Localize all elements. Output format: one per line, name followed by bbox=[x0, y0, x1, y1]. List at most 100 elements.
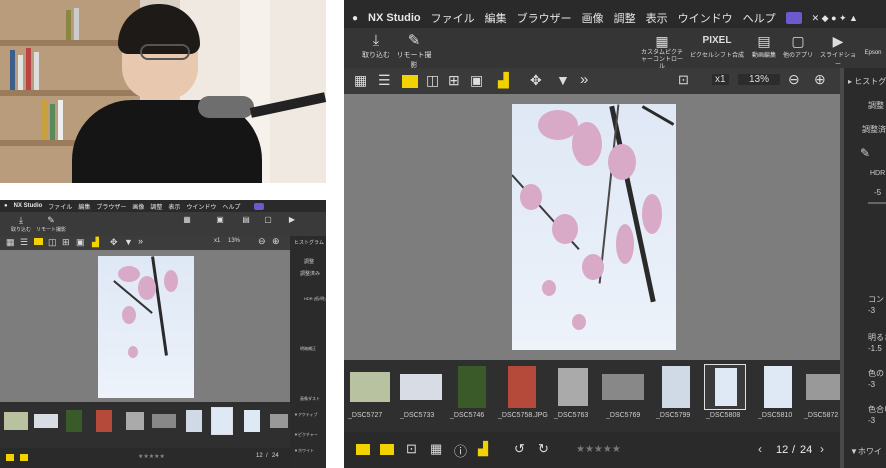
adjust-tab[interactable]: 調整 bbox=[868, 100, 884, 111]
display-chart-icon[interactable]: ▟ bbox=[498, 72, 509, 89]
small-adjust-tab[interactable]: 調整 bbox=[304, 258, 314, 265]
histogram-icon[interactable]: ▟ bbox=[478, 441, 488, 457]
small-more-button[interactable]: » bbox=[138, 236, 143, 246]
list-view-icon[interactable]: ☰ bbox=[378, 72, 391, 89]
small-rating[interactable]: ★★★★★ bbox=[138, 453, 165, 460]
grid-view-icon[interactable]: ▦ bbox=[354, 72, 367, 89]
small-compare-icon[interactable]: ◫ bbox=[48, 237, 57, 248]
film-thumb-3[interactable] bbox=[508, 366, 536, 408]
white-balance-label[interactable]: ▼ホワイ bbox=[850, 446, 882, 457]
menu-view[interactable]: 表示 bbox=[168, 202, 180, 211]
small-custom-picture-button[interactable]: ▦ bbox=[172, 215, 202, 235]
small-multi-icon[interactable]: ⊞ bbox=[62, 237, 70, 248]
film-thumb-9[interactable] bbox=[806, 374, 840, 400]
small-thumb[interactable] bbox=[186, 410, 202, 432]
rotate-right-icon[interactable]: ↻ bbox=[538, 441, 549, 457]
apple-icon[interactable]: ● bbox=[4, 203, 8, 209]
small-chart-icon[interactable]: ▟ bbox=[92, 237, 99, 248]
small-photo[interactable] bbox=[98, 256, 194, 398]
small-hdr-label[interactable]: HDR (低/明) bbox=[304, 296, 326, 302]
small-other-app-button[interactable]: ▢ bbox=[258, 215, 278, 235]
film-thumb-0[interactable] bbox=[350, 372, 390, 402]
small-thumb[interactable] bbox=[152, 414, 176, 428]
info-icon[interactable]: ⓘ bbox=[454, 441, 467, 460]
small-histogram-title[interactable]: ヒストグラム bbox=[294, 239, 324, 246]
fit-mode-icon[interactable]: ⊡ bbox=[678, 72, 689, 88]
hdr-label[interactable]: HDR bbox=[870, 170, 885, 177]
zoom-mode[interactable]: x1 bbox=[712, 74, 729, 85]
small-thumb[interactable] bbox=[244, 410, 260, 432]
table-icon[interactable]: ▦ bbox=[430, 441, 442, 457]
small-import-button[interactable]: ⤓ 取り込む bbox=[8, 215, 34, 233]
pencil-icon[interactable]: ✎ bbox=[860, 146, 870, 160]
small-label2-icon[interactable] bbox=[20, 454, 28, 461]
next-page-button[interactable]: › bbox=[820, 442, 824, 456]
film-thumb-5[interactable] bbox=[602, 374, 644, 400]
adjusted-label[interactable]: 調整済み bbox=[862, 124, 886, 135]
menu-browser[interactable]: ブラウザー bbox=[96, 202, 126, 211]
small-thumb[interactable] bbox=[66, 410, 82, 432]
other-app-button[interactable]: ▢ 他のアプリ bbox=[782, 32, 814, 59]
display-icon[interactable]: ⊡ bbox=[406, 441, 417, 457]
small-fit-icon[interactable]: ✥ bbox=[110, 237, 118, 248]
main-photo[interactable] bbox=[512, 104, 676, 350]
menu-adjust[interactable]: 調整 bbox=[150, 202, 162, 211]
single-view-icon[interactable] bbox=[402, 75, 418, 88]
small-pixel-shift-button[interactable]: ▣ bbox=[206, 215, 234, 235]
prev-page-button[interactable]: ‹ bbox=[758, 442, 762, 456]
zoom-in-icon[interactable]: ⊕ bbox=[814, 71, 826, 88]
small-list-icon[interactable]: ☰ bbox=[20, 237, 28, 248]
small-thumb[interactable] bbox=[4, 412, 28, 430]
menu-browser[interactable]: ブラウザー bbox=[517, 10, 572, 26]
rating-stars[interactable]: ★★★★★ bbox=[576, 444, 621, 455]
small-grid-icon[interactable]: ▦ bbox=[6, 237, 15, 248]
menu-help[interactable]: ヘルプ bbox=[743, 10, 776, 26]
menu-help[interactable]: ヘルプ bbox=[222, 202, 240, 211]
small-filter-icon[interactable]: ▼ bbox=[124, 237, 133, 247]
film-thumb-8[interactable] bbox=[764, 366, 792, 408]
menu-edit[interactable]: 編集 bbox=[78, 202, 90, 211]
menu-image[interactable]: 画像 bbox=[582, 10, 604, 26]
rotate-left-icon[interactable]: ↺ bbox=[514, 441, 525, 457]
more-button[interactable]: » bbox=[580, 71, 588, 88]
status-badge[interactable] bbox=[785, 12, 802, 24]
small-slideshow-button[interactable]: ▶ bbox=[282, 215, 302, 235]
film-thumb-6[interactable] bbox=[662, 366, 690, 408]
small-thumb[interactable] bbox=[34, 414, 58, 428]
full-view-icon[interactable]: ▣ bbox=[470, 72, 483, 89]
small-video-edit-button[interactable]: ▤ bbox=[236, 215, 256, 235]
menu-file[interactable]: ファイル bbox=[431, 10, 475, 26]
menu-image[interactable]: 画像 bbox=[132, 202, 144, 211]
small-thumb-selected[interactable] bbox=[211, 407, 233, 435]
menu-window[interactable]: ウインドウ bbox=[186, 202, 216, 211]
histogram-title[interactable]: ▸ ヒストグラム bbox=[848, 76, 886, 87]
small-full-icon[interactable]: ▣ bbox=[76, 237, 85, 248]
app-name[interactable]: NX Studio bbox=[368, 12, 421, 24]
film-thumb-1[interactable] bbox=[400, 374, 442, 400]
app-name[interactable]: NX Studio bbox=[14, 203, 43, 209]
apple-icon[interactable]: ● bbox=[352, 13, 358, 24]
small-label-icon[interactable] bbox=[6, 454, 14, 461]
menu-edit[interactable]: 編集 bbox=[485, 10, 507, 26]
custom-picture-button[interactable]: ▦ カスタムピクチャーコントロール bbox=[640, 32, 684, 71]
small-thumb[interactable] bbox=[96, 410, 112, 432]
multi-view-icon[interactable]: ⊞ bbox=[448, 72, 460, 89]
menubar-extra-icon[interactable]: ✕ ◆ ● ✦ ▲ bbox=[812, 13, 858, 24]
small-remote-button[interactable]: ✎ リモート撮影 bbox=[36, 215, 66, 233]
video-edit-button[interactable]: ▤ 動画編集 bbox=[748, 32, 780, 59]
menu-window[interactable]: ウインドウ bbox=[678, 10, 733, 26]
small-adjusted-label[interactable]: 調整済み bbox=[300, 270, 320, 277]
slideshow-button[interactable]: ▶ スライドショー bbox=[818, 32, 858, 68]
compare-view-icon[interactable]: ◫ bbox=[426, 72, 439, 89]
zoom-out-icon[interactable]: ⊖ bbox=[788, 71, 800, 88]
label-yellow-icon[interactable] bbox=[356, 444, 370, 455]
slider-1[interactable] bbox=[868, 202, 886, 204]
menu-view[interactable]: 表示 bbox=[646, 10, 668, 26]
small-zoom-out-icon[interactable]: ⊖ bbox=[258, 236, 266, 247]
filter-icon[interactable]: ▼ bbox=[556, 72, 570, 88]
label-yellow2-icon[interactable] bbox=[380, 444, 394, 455]
film-thumb-4[interactable] bbox=[558, 368, 588, 406]
small-thumb[interactable] bbox=[270, 414, 288, 428]
zoom-level[interactable]: 13% bbox=[738, 74, 780, 85]
small-zoom-level[interactable]: 13% bbox=[228, 238, 240, 244]
